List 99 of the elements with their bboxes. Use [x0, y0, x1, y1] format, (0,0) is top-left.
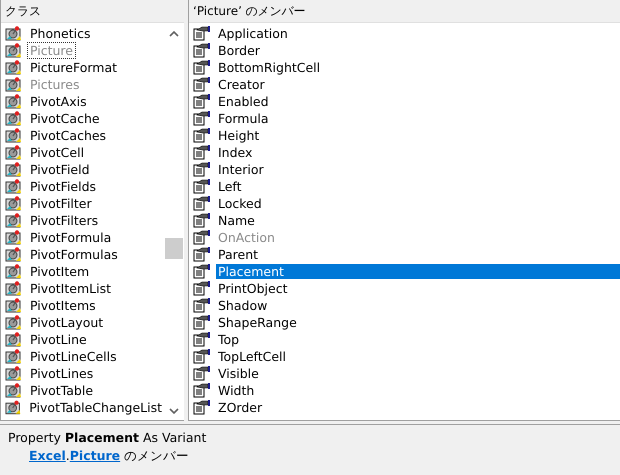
class-icon: [5, 179, 23, 194]
class-icon: [5, 332, 23, 347]
property-icon: [193, 94, 211, 109]
class-icon: [5, 128, 23, 143]
property-icon: [193, 77, 211, 92]
property-icon: [193, 145, 211, 160]
property-icon: [193, 128, 211, 143]
property-icon: [193, 60, 211, 75]
class-icon: [5, 111, 23, 126]
property-icon: [193, 332, 211, 347]
class-link[interactable]: Picture: [70, 448, 120, 463]
library-link[interactable]: Excel: [29, 448, 66, 463]
member-item[interactable]: Left: [216, 179, 244, 194]
class-icon: [5, 230, 23, 245]
property-icon: [193, 26, 211, 41]
class-icon: [5, 264, 23, 279]
member-item[interactable]: Parent: [216, 247, 260, 262]
property-icon: [193, 179, 211, 194]
class-item[interactable]: PivotTable: [28, 383, 96, 398]
property-icon: [193, 213, 211, 228]
class-item[interactable]: PivotFormulas: [28, 247, 120, 262]
member-item[interactable]: Width: [216, 383, 256, 398]
member-item[interactable]: BottomRightCell: [216, 60, 322, 75]
member-item[interactable]: Locked: [216, 196, 264, 211]
member-item[interactable]: TopLeftCell: [216, 349, 288, 364]
class-item[interactable]: PivotCache: [28, 111, 102, 126]
class-item[interactable]: PivotField: [28, 162, 92, 177]
class-item[interactable]: PivotLayout: [28, 315, 106, 330]
scroll-down-icon[interactable]: [169, 408, 179, 415]
scrollbar-thumb[interactable]: [165, 238, 183, 259]
class-icon: [5, 43, 23, 58]
property-icon: [193, 43, 211, 58]
property-icon: [193, 196, 211, 211]
member-item[interactable]: Height: [216, 128, 262, 143]
member-item[interactable]: Index: [216, 145, 254, 160]
member-item[interactable]: Top: [216, 332, 242, 347]
class-item[interactable]: PivotItems: [28, 298, 98, 313]
class-item[interactable]: PivotItemList: [28, 281, 113, 296]
member-item[interactable]: Formula: [216, 111, 271, 126]
class-icon: [5, 349, 23, 364]
property-icon: [193, 298, 211, 313]
class-item[interactable]: PivotCell: [28, 145, 86, 160]
property-icon: [193, 366, 211, 381]
member-item[interactable]: Visible: [216, 366, 261, 381]
property-icon: [193, 111, 211, 126]
member-item[interactable]: Enabled: [216, 94, 271, 109]
class-item[interactable]: PivotLines: [28, 366, 96, 381]
class-item[interactable]: PivotFields: [28, 179, 98, 194]
separator-text: .: [66, 448, 70, 463]
class-item[interactable]: PivotTableChangeList: [27, 400, 164, 415]
member-item[interactable]: Application: [216, 26, 290, 41]
property-icon: [193, 230, 211, 245]
property-icon: [193, 315, 211, 330]
class-icon: [5, 247, 23, 262]
class-item[interactable]: PivotFilters: [28, 213, 100, 228]
class-item[interactable]: PivotLineCells: [28, 349, 119, 364]
scroll-up-icon[interactable]: [169, 30, 179, 37]
class-item[interactable]: PivotItem: [28, 264, 92, 279]
member-item[interactable]: Placement: [216, 264, 620, 279]
class-icon: [5, 26, 23, 41]
class-icon: [5, 213, 23, 228]
class-icon: [5, 77, 23, 92]
members-header: ‘Picture’ のメンバー: [193, 2, 306, 20]
property-icon: [193, 383, 211, 398]
class-icon: [5, 145, 23, 160]
property-icon: [193, 162, 211, 177]
class-icon: [5, 162, 23, 177]
class-item[interactable]: PivotFormula: [28, 230, 114, 245]
member-of-text: のメンバー: [123, 448, 190, 465]
member-item[interactable]: Creator: [216, 77, 267, 92]
class-item[interactable]: PivotAxis: [28, 94, 89, 109]
class-icon: [5, 281, 23, 296]
member-item[interactable]: Border: [216, 43, 262, 58]
class-item[interactable]: PivotLine: [28, 332, 89, 347]
class-icon: [5, 94, 23, 109]
property-icon: [193, 264, 211, 279]
class-icon: [5, 315, 23, 330]
class-item[interactable]: PivotFilter: [28, 196, 94, 211]
member-item[interactable]: ShapeRange: [216, 315, 299, 330]
class-item[interactable]: PivotCaches: [28, 128, 108, 143]
member-item[interactable]: Interior: [216, 162, 266, 177]
member-item[interactable]: ZOrder: [216, 400, 264, 415]
class-icon: [5, 196, 23, 211]
class-icon: [5, 400, 22, 415]
class-item[interactable]: Phonetics: [28, 26, 92, 41]
property-icon: [193, 247, 211, 262]
property-icon: [193, 349, 211, 364]
member-item[interactable]: Shadow: [216, 298, 270, 313]
class-icon: [5, 383, 23, 398]
property-icon: [193, 281, 211, 296]
member-item[interactable]: PrintObject: [216, 281, 290, 296]
member-item[interactable]: Name: [216, 213, 257, 228]
property-icon: [193, 400, 211, 415]
member-signature: Property Placement As Variant: [8, 430, 208, 445]
classes-header: クラス: [5, 2, 41, 20]
class-icon: [5, 298, 23, 313]
class-item[interactable]: PictureFormat: [28, 60, 120, 75]
class-icon: [5, 60, 23, 75]
class-icon: [5, 366, 23, 381]
